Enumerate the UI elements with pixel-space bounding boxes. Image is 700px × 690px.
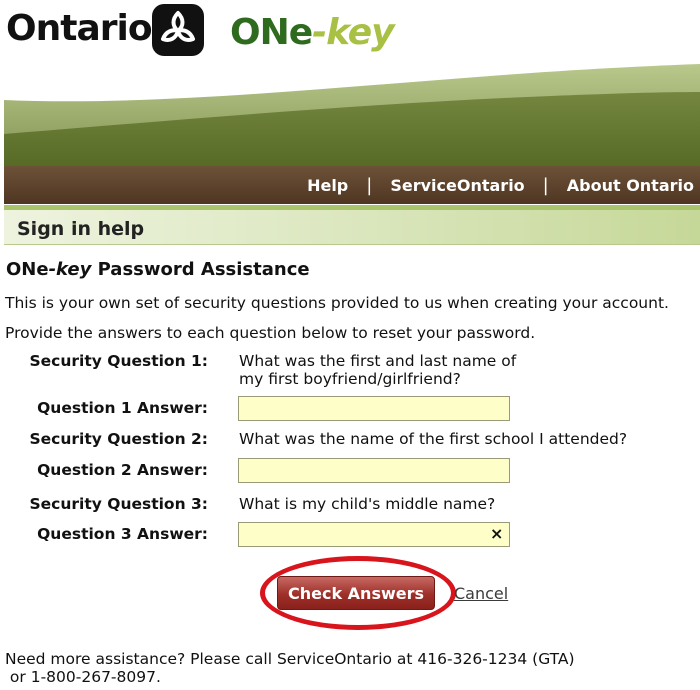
nav-serviceontario-link[interactable]: ServiceOntario: [390, 176, 524, 195]
security-question-3-label: Security Question 3:: [29, 495, 209, 513]
site-header: Ontario ONe-key: [0, 0, 700, 62]
onekey-logo-suffix: -key: [312, 12, 394, 53]
clear-input-icon[interactable]: ×: [490, 526, 503, 542]
question-1-answer-label: Question 1 Answer:: [37, 399, 208, 417]
assistance-line-2: or 1-800-267-8097.: [5, 668, 161, 686]
security-question-1-line-1: What was the first and last name of: [239, 352, 517, 370]
nav-separator: |: [366, 174, 373, 196]
header-banner: [4, 60, 700, 168]
nav-help-link[interactable]: Help: [307, 176, 348, 195]
security-question-1-text: What was the first and last name of my f…: [239, 352, 516, 388]
cancel-link[interactable]: Cancel: [454, 584, 508, 603]
security-question-3-text: What is my child's middle name?: [239, 495, 496, 513]
question-2-answer-label: Question 2 Answer:: [37, 461, 208, 479]
ontario-logo-text[interactable]: Ontario: [6, 8, 153, 49]
page-title-rest: Password Assistance: [91, 259, 310, 280]
question-3-answer-input[interactable]: [238, 522, 510, 547]
nav-separator: |: [542, 174, 549, 196]
nav-about-ontario-link[interactable]: About Ontario: [567, 176, 694, 195]
onekey-logo: ONe-key: [230, 12, 395, 53]
assistance-line-1: Need more assistance? Please call Servic…: [5, 650, 575, 668]
question-2-answer-input[interactable]: [238, 458, 510, 483]
page-title-prefix: ONe: [6, 259, 49, 280]
section-title: Sign in help: [17, 218, 145, 240]
instruction-text: Provide the answers to each question bel…: [5, 324, 536, 342]
banner-hills-graphic: [4, 64, 700, 168]
security-question-2-label: Security Question 2:: [29, 430, 209, 448]
section-header-bar: Sign in help: [4, 205, 700, 245]
onekey-logo-prefix: ONe: [230, 12, 313, 53]
trillium-logo-icon[interactable]: [152, 4, 204, 56]
intro-text: This is your own set of security questio…: [5, 294, 669, 312]
assistance-footer: Need more assistance? Please call Servic…: [5, 650, 575, 686]
top-navigation-bar: Help | ServiceOntario | About Ontario: [4, 166, 700, 204]
page-title-key: -key: [48, 259, 92, 280]
top-nav-links: Help | ServiceOntario | About Ontario: [307, 166, 694, 204]
question-3-answer-label: Question 3 Answer:: [37, 525, 208, 543]
question-1-answer-input[interactable]: [238, 396, 510, 421]
security-question-1-line-2: my first boyfriend/girlfriend?: [239, 370, 461, 388]
page-title: ONe-key Password Assistance: [6, 259, 310, 280]
check-answers-button[interactable]: Check Answers: [277, 576, 435, 610]
security-question-1-label: Security Question 1:: [29, 352, 209, 370]
security-question-2-text: What was the name of the first school I …: [239, 430, 628, 448]
